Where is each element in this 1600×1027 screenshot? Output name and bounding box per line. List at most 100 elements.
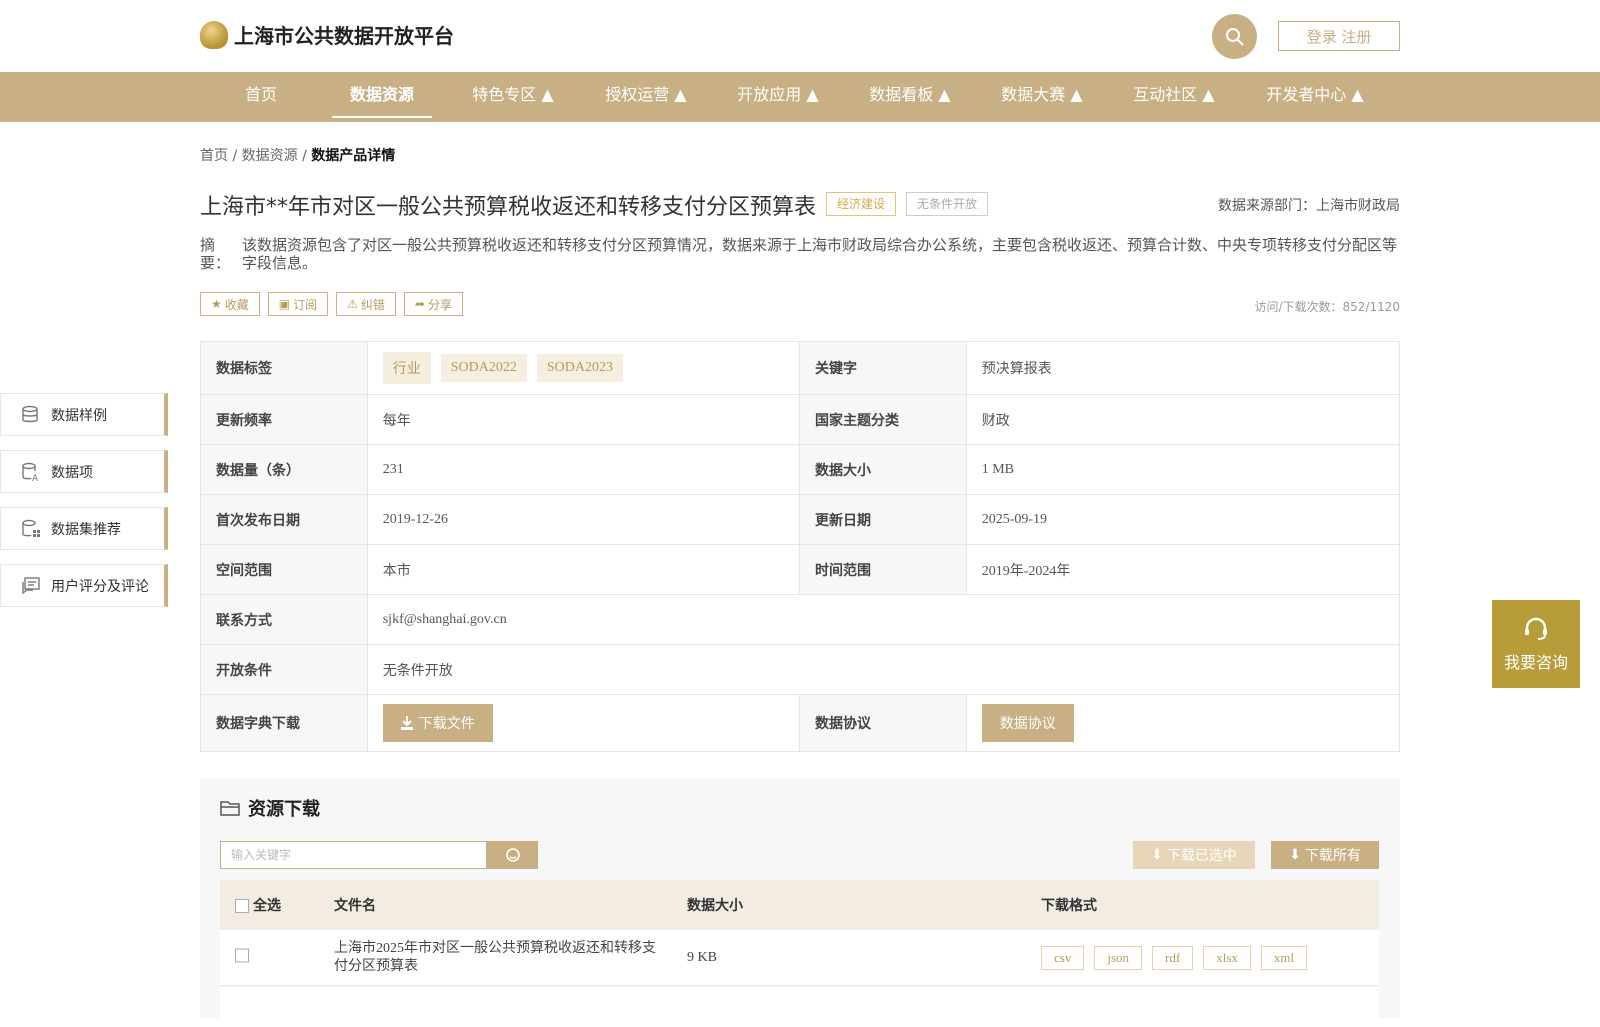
frequency-value: 每年 <box>368 395 800 444</box>
download-icon: ⬇ <box>1289 847 1301 863</box>
info-row: 空间范围 本市 时间范围 2019年-2024年 <box>201 545 1399 595</box>
theme-value: 财政 <box>981 413 1010 429</box>
protocol-value: 数据协议 <box>967 695 1399 751</box>
nav-item-home[interactable]: 首页 <box>233 72 289 122</box>
col-file-name: 文件名 <box>334 898 376 914</box>
share-label: 分享 <box>427 297 452 312</box>
update-date-label: 更新日期 <box>800 495 967 544</box>
space-range-value: 本市 <box>368 545 800 594</box>
col-download-format: 下载格式 <box>1041 898 1097 914</box>
dictionary-value: 下载文件 <box>368 695 800 751</box>
row-checkbox[interactable] <box>235 948 249 967</box>
dataset-info-table: 数据标签 行业 SODA2022 SODA2023 关键字 预决算报表 更新频率… <box>200 341 1400 752</box>
format-rdf-button[interactable]: rdf <box>1152 945 1194 970</box>
file-size: 9 KB <box>687 949 717 965</box>
open-condition-label: 开放条件 <box>201 645 368 694</box>
nav-item-authorized-ops[interactable]: 授权运营 ▲ <box>601 72 691 122</box>
breadcrumb: 首页 / 数据资源 / 数据产品详情 <box>200 145 395 165</box>
time-range-label: 时间范围 <box>800 545 967 594</box>
side-item-reviews[interactable]: 用户评分及评论 <box>0 564 168 607</box>
breadcrumb-home[interactable]: 首页 <box>200 148 228 164</box>
nav-item-data-contest[interactable]: 数据大赛 ▲ <box>997 72 1087 122</box>
nav-item-special-zone[interactable]: 特色专区 ▲ <box>468 72 558 122</box>
section-title: 资源下载 <box>220 795 320 821</box>
breadcrumb-sep: / <box>297 148 312 164</box>
site-logo[interactable]: 上海市公共数据开放平台 <box>200 20 454 49</box>
breadcrumb-resources[interactable]: 数据资源 <box>242 148 298 164</box>
category-badge: 经济建设 <box>826 192 897 216</box>
col-data-size: 数据大小 <box>687 898 743 914</box>
visit-download-count: 访问/下载次数：852/1120 <box>1254 300 1400 314</box>
logo-emblem-icon <box>200 20 228 49</box>
tag-chip[interactable]: 行业 <box>382 352 431 384</box>
correct-label: 纠错 <box>360 297 385 312</box>
keyword-label: 关键字 <box>800 342 967 394</box>
format-csv-button[interactable]: csv <box>1041 945 1085 970</box>
side-item-recommend[interactable]: 数据集推荐 <box>0 507 168 550</box>
table-header: 全选 文件名 数据大小 下载格式 <box>220 880 1379 930</box>
database-search-icon: A <box>22 462 39 482</box>
theme-label: 国家主题分类 <box>800 395 967 444</box>
select-all-checkbox[interactable]: 全选 <box>235 895 281 915</box>
format-xlsx-button[interactable]: xlsx <box>1203 945 1251 970</box>
consult-label: 我要咨询 <box>1503 653 1568 672</box>
format-xml-button[interactable]: xml <box>1260 945 1308 970</box>
download-icon: ⬇ <box>1151 847 1163 863</box>
summary: 摘 要： 该数据资源包含了对区一般公共预算税收返还和转移支付分区预算情况，数据来… <box>200 236 1400 272</box>
database-icon <box>22 405 38 422</box>
nav-item-community[interactable]: 互动社区 ▲ <box>1129 72 1219 122</box>
side-item-label: 数据项 <box>51 464 93 481</box>
subscribe-button[interactable]: ▣ 订阅 <box>267 292 329 316</box>
tag-chip[interactable]: SODA2022 <box>440 354 527 382</box>
nav-item-open-apps[interactable]: 开放应用 ▲ <box>733 72 823 122</box>
bookmark-icon: ▣ <box>278 297 291 311</box>
nav-item-data-resources[interactable]: 数据资源 <box>332 72 432 122</box>
side-item-label: 数据样例 <box>51 407 107 424</box>
correct-button[interactable]: ⚠ 纠错 <box>336 292 396 316</box>
format-json-button[interactable]: json <box>1094 945 1143 970</box>
comment-icon <box>22 576 40 594</box>
section-title-text: 资源下载 <box>248 799 320 820</box>
side-item-samples[interactable]: 数据样例 <box>0 393 168 436</box>
first-publish-value: 2019-12-26 <box>368 495 800 544</box>
headset-icon <box>1525 617 1547 640</box>
collect-button[interactable]: ★ 收藏 <box>200 292 260 316</box>
tag-chip[interactable]: SODA2023 <box>536 354 623 382</box>
keyword-value: 预决算报表 <box>981 362 1052 377</box>
info-row: 数据标签 行业 SODA2022 SODA2023 关键字 预决算报表 <box>201 342 1399 395</box>
keyword-search-button[interactable] <box>487 841 538 869</box>
share-button[interactable]: ➦ 分享 <box>403 292 463 316</box>
nav-item-developer[interactable]: 开发者中心 ▲ <box>1262 72 1368 122</box>
data-protocol-button[interactable]: 数据协议 <box>981 704 1074 742</box>
download-dictionary-button[interactable]: 下载文件 <box>382 704 493 742</box>
dictionary-label: 数据字典下载 <box>201 695 368 751</box>
time-range-value: 2019年-2024年 <box>981 563 1071 579</box>
info-row: 开放条件 无条件开放 <box>201 645 1399 695</box>
contact-label: 联系方式 <box>201 595 368 644</box>
record-count-label: 数据量（条） <box>201 445 368 494</box>
info-row: 首次发布日期 2019-12-26 更新日期 2025-09-19 <box>201 495 1399 545</box>
keyword-search-input[interactable]: 输入关键字 <box>220 841 487 869</box>
info-row: 联系方式 sjkf@shanghai.gov.cn <box>201 595 1399 645</box>
nav-item-data-dashboard[interactable]: 数据看板 ▲ <box>865 72 955 122</box>
summary-text: 该数据资源包含了对区一般公共预算税收返还和转移支付分区预算情况，数据来源于上海市… <box>242 236 1398 272</box>
breadcrumb-current: 数据产品详情 <box>311 148 396 164</box>
consult-button[interactable]: 我要咨询 <box>1492 600 1580 688</box>
table-row <box>220 987 1379 1027</box>
top-header: 上海市公共数据开放平台 登录 注册 <box>0 0 1600 72</box>
search-icon <box>505 848 520 862</box>
side-item-data-items[interactable]: A 数据项 <box>0 450 168 493</box>
database-grid-icon <box>22 519 40 537</box>
data-size-label: 数据大小 <box>800 445 967 494</box>
tags-label: 数据标签 <box>201 342 368 394</box>
info-row: 更新频率 每年 国家主题分类 财政 <box>201 395 1399 445</box>
search-icon <box>1225 27 1244 46</box>
open-condition-badge: 无条件开放 <box>906 192 989 216</box>
download-all-button[interactable]: ⬇ 下载所有 <box>1271 841 1379 869</box>
info-row: 数据量（条） 231 数据大小 1 MB <box>201 445 1399 495</box>
contact-value[interactable]: sjkf@shanghai.gov.cn <box>368 595 1399 644</box>
search-button[interactable] <box>1212 14 1257 59</box>
frequency-label: 更新频率 <box>201 395 368 444</box>
login-register-button[interactable]: 登录 注册 <box>1278 21 1400 51</box>
download-selected-button[interactable]: ⬇ 下载已选中 <box>1133 841 1255 869</box>
